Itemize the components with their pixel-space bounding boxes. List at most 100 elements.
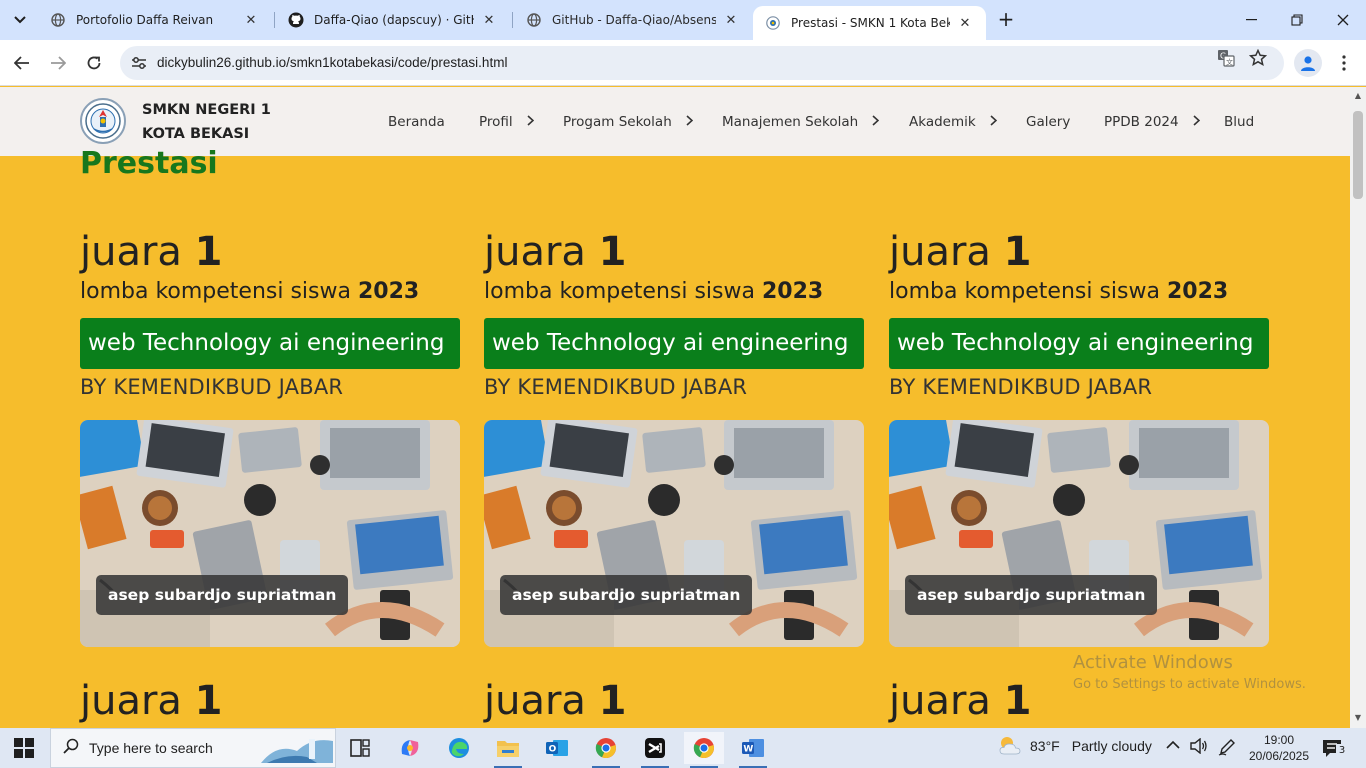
pen-menu-button[interactable] [1218,738,1236,760]
nav-item-galery[interactable]: Galery [1026,87,1070,156]
school-logo-icon [765,15,781,31]
tab-portfolio[interactable]: Portofolio Daffa Reivan ✕ [38,0,272,40]
page-scrollbar[interactable]: ▲ ▼ [1350,87,1366,728]
bookmark-star-icon[interactable] [1248,48,1268,68]
address-bar[interactable]: dickybulin26.github.io/smkn1kotabekasi/c… [120,46,1284,80]
competition-name: lomba kompetensi siswa 2023 [484,279,823,304]
school-emblem-icon [85,103,121,139]
student-name-caption: asep subardjo supriatman [905,575,1158,615]
taskbar-outlook[interactable]: O [537,732,577,764]
tab-title: Daffa-Qiao (dapscuy) · GitHub [314,13,474,27]
reload-button[interactable] [80,49,108,77]
notification-count: 3 [1336,744,1348,758]
taskbar-search-box[interactable]: Type here to search [50,728,336,768]
back-button[interactable] [8,49,36,77]
tab-github-profile[interactable]: Daffa-Qiao (dapscuy) · GitHub ✕ [276,0,510,40]
taskbar-clock[interactable]: 19:00 20/06/2025 [1244,732,1314,764]
task-view-button[interactable] [340,732,380,764]
taskbar-chrome-active[interactable] [684,732,724,768]
close-icon[interactable]: ✕ [242,11,260,29]
nav-label: PPDB 2024 [1104,113,1179,130]
weather-temp: 83°F [1030,738,1060,754]
browser-toolbar: dickybulin26.github.io/smkn1kotabekasi/c… [0,40,1366,86]
chevron-right-icon [872,114,880,129]
school-name[interactable]: SMKN NEGERI 1 KOTA BEKASI [142,98,271,146]
restore-icon [1291,14,1303,26]
student-name-caption: asep subardjo supriatman [500,575,753,615]
chrome-icon [693,738,714,759]
rank-word: juara [80,678,182,724]
taskbar-chrome[interactable] [586,732,626,768]
start-button[interactable] [14,738,34,758]
browser-menu-button[interactable] [1332,49,1356,77]
competition-year: 2023 [357,279,420,304]
chevron-right-icon [686,114,693,129]
nav-item-blud[interactable]: Blud [1224,87,1254,156]
globe-icon [50,12,66,28]
page-title: Prestasi [80,146,218,181]
taskbar-weather[interactable]: 83°F Partly cloudy [996,734,1152,758]
achievement-photo[interactable]: asep subardjo supriatman [484,420,864,647]
school-logo[interactable] [80,98,126,144]
taskbar-copilot[interactable] [390,732,430,764]
reload-icon [87,56,101,70]
close-icon[interactable]: ✕ [956,14,974,32]
volume-button[interactable] [1190,737,1208,758]
close-icon [1337,14,1349,26]
close-window-button[interactable] [1320,0,1366,40]
competition-name: lomba kompetensi siswa 2023 [889,279,1228,304]
activate-windows-title: Activate Windows [1073,652,1233,673]
competition-name: lomba kompetensi siswa 2023 [80,279,419,304]
new-tab-button[interactable]: + [994,8,1018,32]
nav-item-manajemen-sekolah[interactable]: Manajemen Sekolah [722,87,880,156]
organizer-text: BY KEMENDIKBUD JABAR [80,375,344,399]
taskbar-capcut[interactable] [635,732,675,768]
nav-item-ppdb[interactable]: PPDB 2024 [1104,87,1200,156]
close-icon[interactable]: ✕ [480,11,498,29]
taskbar-word[interactable]: W [733,732,773,768]
tab-title: Prestasi - SMKN 1 Kota Bekasi [791,16,950,30]
pen-icon [1218,739,1235,756]
scroll-up-icon[interactable]: ▲ [1353,91,1363,101]
achievement-photo[interactable]: asep subardjo supriatman [889,420,1269,647]
notification-center-button[interactable]: 3 [1322,738,1348,760]
field-badge: web Technology ai engineering [484,318,864,369]
site-info-icon[interactable] [130,54,148,72]
taskbar-file-explorer[interactable] [488,732,528,768]
svg-text:W: W [743,745,753,755]
tab-github-repo[interactable]: GitHub - Daffa-Qiao/Absensi-Pr ✕ [514,0,752,40]
arrow-right-icon [51,56,66,70]
field-badge: web Technology ai engineering [80,318,460,369]
tab-divider [512,12,513,28]
nav-item-akademik[interactable]: Akademik [909,87,997,156]
close-icon[interactable]: ✕ [722,11,740,29]
nav-item-progam-sekolah[interactable]: Progam Sekolah [563,87,693,156]
minimize-button[interactable] [1228,0,1274,40]
show-hidden-icons-button[interactable] [1166,738,1180,754]
competition-year: 2023 [761,279,824,304]
clock-date: 20/06/2025 [1248,749,1310,763]
forward-button[interactable] [44,49,72,77]
translate-icon[interactable]: G文 [1216,48,1236,68]
achievement-photo[interactable]: asep subardjo supriatman [80,420,460,647]
restore-button[interactable] [1274,0,1320,40]
nav-item-beranda[interactable]: Beranda [388,87,445,156]
github-icon [288,12,304,28]
scroll-down-icon[interactable]: ▼ [1353,713,1363,723]
rank-number: 1 [1003,678,1032,724]
url-text[interactable]: dickybulin26.github.io/smkn1kotabekasi/c… [157,55,507,70]
copilot-icon [401,740,419,756]
clock-time: 19:00 [1263,733,1295,747]
rank-heading: juara 1 [889,678,1032,724]
profile-button[interactable] [1294,49,1322,77]
nav-item-profil[interactable]: Profil [479,87,534,156]
tab-prestasi-active[interactable]: Prestasi - SMKN 1 Kota Bekasi ✕ [753,6,986,40]
scrollbar-thumb[interactable] [1353,111,1363,199]
taskbar-edge[interactable] [439,732,479,764]
svg-text:O: O [549,745,557,755]
chevron-right-icon [1193,114,1200,129]
chevron-down-icon [14,16,26,24]
rank-heading: juara 1 [484,678,627,724]
tab-search-button[interactable] [6,6,34,34]
windows-taskbar: Type here to search O W 83°F Partly clou… [0,728,1366,768]
